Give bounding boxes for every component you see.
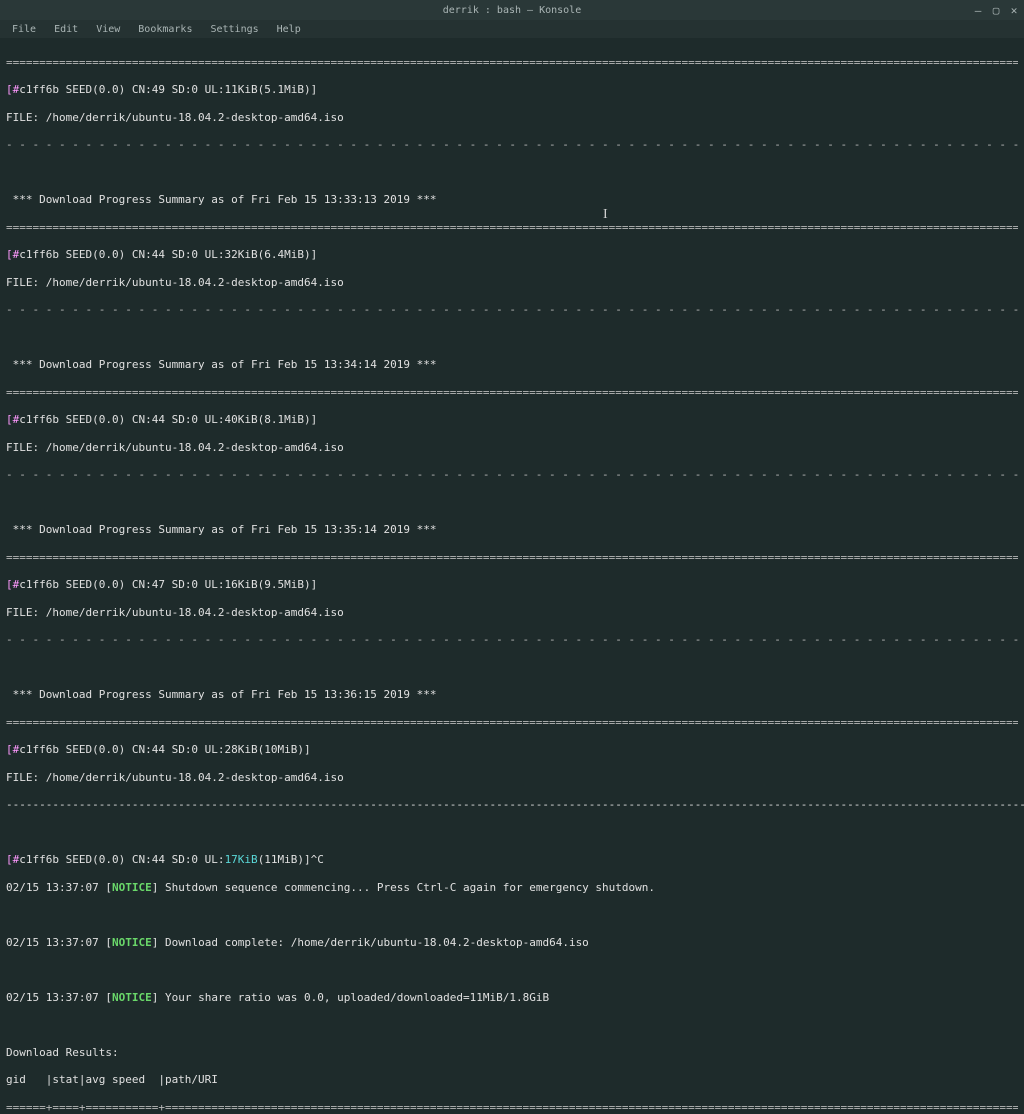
summary-line: *** Download Progress Summary as of Fri … (6, 358, 1018, 372)
blank-line (6, 908, 1018, 922)
file-line: FILE: /home/derrik/ubuntu-18.04.2-deskto… (6, 276, 1018, 290)
window-controls: — ▢ ✕ (972, 4, 1020, 16)
notice-line: 02/15 13:37:07 [NOTICE] Download complet… (6, 936, 1018, 950)
stat-line: [#c1ff6b SEED(0.0) CN:44 SD:0 UL:40KiB(8… (6, 413, 1018, 427)
window-titlebar: derrik : bash — Konsole — ▢ ✕ (0, 0, 1024, 20)
blank-line (6, 661, 1018, 675)
minimize-button[interactable]: — (972, 4, 984, 16)
file-line: FILE: /home/derrik/ubuntu-18.04.2-deskto… (6, 441, 1018, 455)
results-rule: ======+====+===========+================… (6, 1101, 1018, 1114)
menu-help[interactable]: Help (269, 22, 309, 37)
separator-eq: ========================================… (6, 551, 1018, 565)
file-line: FILE: /home/derrik/ubuntu-18.04.2-deskto… (6, 111, 1018, 125)
stat-line: [#c1ff6b SEED(0.0) CN:44 SD:0 UL:32KiB(6… (6, 248, 1018, 262)
separator-eq: ========================================… (6, 221, 1018, 235)
menu-bookmarks[interactable]: Bookmarks (130, 22, 200, 37)
blank-line (6, 963, 1018, 977)
menu-edit[interactable]: Edit (46, 22, 86, 37)
separator-eq: ========================================… (6, 56, 1018, 70)
blank-line (6, 496, 1018, 510)
separator-eq: ========================================… (6, 716, 1018, 730)
final-stat-line: [#c1ff6b SEED(0.0) CN:44 SD:0 UL:17KiB(1… (6, 853, 1018, 867)
menubar: File Edit View Bookmarks Settings Help (0, 20, 1024, 38)
notice-line: 02/15 13:37:07 [NOTICE] Shutdown sequenc… (6, 881, 1018, 895)
menu-view[interactable]: View (88, 22, 128, 37)
results-columns: gid |stat|avg speed |path/URI (6, 1073, 1018, 1087)
blank-line (6, 166, 1018, 180)
separator-dash-solid: ----------------------------------------… (6, 798, 1018, 812)
results-header: Download Results: (6, 1046, 1018, 1060)
blank-line (6, 826, 1018, 840)
separator-dash: - - - - - - - - - - - - - - - - - - - - … (6, 303, 1018, 317)
blank-line (6, 331, 1018, 345)
file-line: FILE: /home/derrik/ubuntu-18.04.2-deskto… (6, 771, 1018, 785)
menu-settings[interactable]: Settings (202, 22, 266, 37)
separator-dash: - - - - - - - - - - - - - - - - - - - - … (6, 468, 1018, 482)
summary-line: *** Download Progress Summary as of Fri … (6, 523, 1018, 537)
close-button[interactable]: ✕ (1008, 4, 1020, 16)
menu-file[interactable]: File (4, 22, 44, 37)
window-title: derrik : bash — Konsole (0, 5, 1024, 16)
separator-dash: - - - - - - - - - - - - - - - - - - - - … (6, 138, 1018, 152)
stat-line: [#c1ff6b SEED(0.0) CN:47 SD:0 UL:16KiB(9… (6, 578, 1018, 592)
blank-line (6, 1018, 1018, 1032)
stat-line: [#c1ff6b SEED(0.0) CN:44 SD:0 UL:28KiB(1… (6, 743, 1018, 757)
separator-dash: - - - - - - - - - - - - - - - - - - - - … (6, 633, 1018, 647)
maximize-button[interactable]: ▢ (990, 4, 1002, 16)
summary-line: *** Download Progress Summary as of Fri … (6, 688, 1018, 702)
separator-eq: ========================================… (6, 386, 1018, 400)
stat-line: [#c1ff6b SEED(0.0) CN:49 SD:0 UL:11KiB(5… (6, 83, 1018, 97)
summary-line: *** Download Progress Summary as of Fri … (6, 193, 1018, 207)
terminal-output[interactable]: ========================================… (0, 38, 1024, 1114)
file-line: FILE: /home/derrik/ubuntu-18.04.2-deskto… (6, 606, 1018, 620)
notice-line: 02/15 13:37:07 [NOTICE] Your share ratio… (6, 991, 1018, 1005)
